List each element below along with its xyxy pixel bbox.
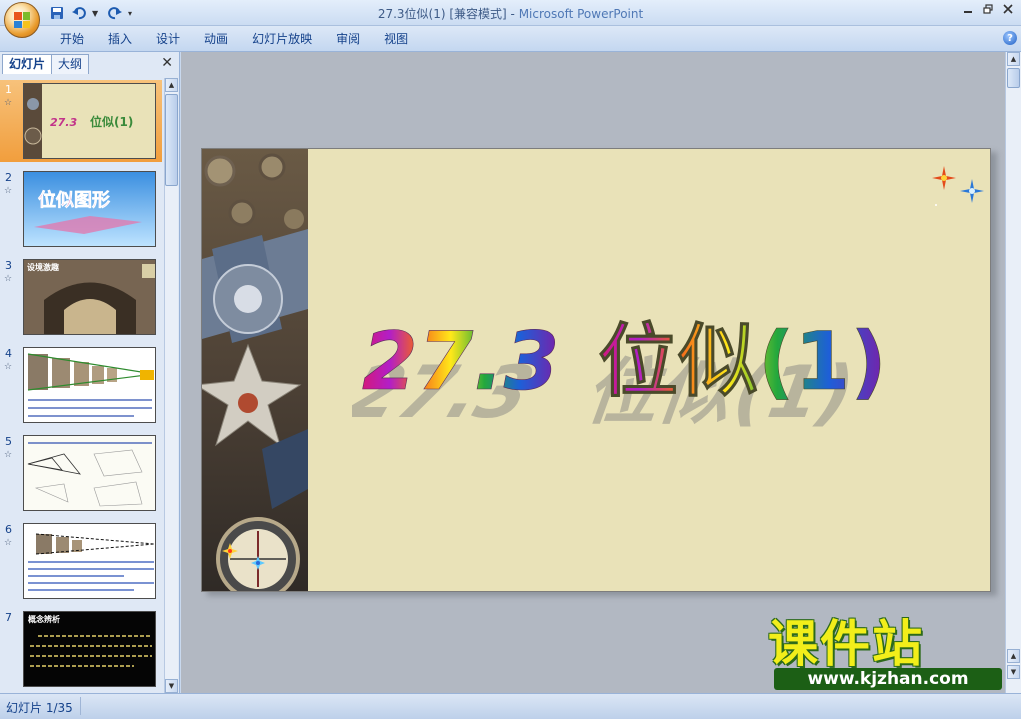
slide-preview — [23, 347, 156, 423]
slide3-title: 设境激趣 — [27, 262, 60, 272]
tab-slides[interactable]: 幻灯片 — [2, 54, 53, 74]
animation-star-icon: ☆ — [4, 538, 13, 548]
slide-preview: 概念辨析 — [23, 611, 156, 687]
animation-star-icon: ☆ — [4, 450, 13, 460]
title-separator: - — [506, 7, 519, 21]
slides-pane: 幻灯片 大纲 ✕ 1 ☆ 27.3 位似(1) 2 ☆ 位似图形 3 ☆ 设境激… — [0, 52, 180, 693]
ribbon: 开始 插入 设计 动画 幻灯片放映 审阅 视图 ? — [0, 26, 1021, 52]
minimize-icon[interactable] — [961, 2, 975, 16]
animation-star-icon: ☆ — [4, 274, 13, 284]
animation-star-icon: ☆ — [4, 98, 13, 108]
window-controls — [961, 2, 1015, 16]
slide2-title: 位似图形 — [38, 189, 110, 211]
watermark-url: www.kjzhan.com — [774, 668, 1002, 690]
tab-animations[interactable]: 动画 — [192, 31, 240, 49]
tab-slide-show[interactable]: 幻灯片放映 — [240, 31, 324, 49]
slide-title-number: 27.3 — [362, 315, 559, 408]
document-title: 27.3位似(1) [兼容模式] — [377, 7, 507, 21]
slide-thumb-5[interactable]: 5 ☆ — [0, 432, 162, 514]
slides-scrollbar[interactable]: ▲ ▼ — [164, 78, 178, 693]
slide-decoration-photo — [202, 149, 308, 591]
slide-number: 3 — [5, 259, 12, 272]
slide-thumb-1[interactable]: 1 ☆ 27.3 位似(1) — [0, 80, 162, 162]
tab-view[interactable]: 视图 — [372, 31, 420, 49]
slide-title-art: 27.3 位似(1) 27.3 位似(1) — [352, 315, 887, 429]
slide-indicator: 幻灯片 1/35 — [6, 701, 73, 715]
scroll-up-icon[interactable]: ▲ — [1007, 52, 1020, 66]
next-slide-icon[interactable]: ▼ — [1007, 665, 1020, 679]
slide-preview: 27.3 位似(1) — [23, 83, 156, 159]
slide-title-text: 位似(1) — [598, 315, 887, 408]
slide-number: 2 — [5, 171, 12, 184]
slide-preview — [23, 435, 156, 511]
pane-close-icon[interactable]: ✕ — [161, 55, 173, 71]
slide-preview — [23, 523, 156, 599]
current-slide[interactable]: 27.3 位似(1) 27.3 位似(1) — [201, 148, 991, 592]
tab-outline[interactable]: 大纲 — [51, 54, 90, 74]
watermark: 课件站 www.kjzhan.com — [768, 617, 1008, 693]
close-icon[interactable] — [1001, 2, 1015, 16]
office-logo-icon — [14, 12, 30, 28]
slide-preview: 位似图形 — [23, 171, 156, 247]
prev-slide-icon[interactable]: ▲ — [1007, 649, 1020, 663]
slide-editor: 27.3 位似(1) 27.3 位似(1) — [181, 52, 1005, 693]
pane-tabs: 幻灯片 大纲 — [2, 54, 90, 74]
title-bar: ▼ ▾ 27.3位似(1) [兼容模式] - Microsoft PowerPo… — [0, 0, 1021, 26]
ribbon-tabs: 开始 插入 设计 动画 幻灯片放映 审阅 视图 — [48, 31, 420, 49]
slide-thumb-6[interactable]: 6 ☆ — [0, 520, 162, 602]
scroll-thumb[interactable] — [165, 94, 178, 186]
tab-home[interactable]: 开始 — [48, 31, 96, 49]
watermark-logo: 课件站 — [768, 615, 924, 673]
status-bar: 幻灯片 1/35 — [0, 693, 1021, 719]
slide-thumb-2[interactable]: 2 ☆ 位似图形 — [0, 168, 162, 250]
slide-number: 7 — [5, 611, 12, 624]
sparkle-decoration — [932, 166, 984, 206]
slide-thumb-3[interactable]: 3 ☆ 设境激趣 — [0, 256, 162, 338]
restore-icon[interactable] — [981, 2, 995, 16]
slide-number: 6 — [5, 523, 12, 536]
slide-number: 5 — [5, 435, 12, 448]
slide-preview: 设境激趣 — [23, 259, 156, 335]
animation-star-icon: ☆ — [4, 362, 13, 372]
office-button[interactable] — [4, 2, 40, 38]
help-icon[interactable]: ? — [1003, 31, 1017, 45]
app-name: Microsoft PowerPoint — [518, 7, 644, 21]
slide-number: 1 — [5, 83, 12, 96]
slide-thumb-4[interactable]: 4 ☆ — [0, 344, 162, 426]
svg-text:位似(1): 位似(1) — [90, 114, 133, 129]
svg-text:27.3: 27.3 — [50, 116, 77, 129]
scroll-down-icon[interactable]: ▼ — [165, 679, 178, 693]
slide-thumbnails: 1 ☆ 27.3 位似(1) 2 ☆ 位似图形 3 ☆ 设境激趣 4 ☆ 5 ☆… — [0, 78, 162, 688]
tab-design[interactable]: 设计 — [144, 31, 192, 49]
window-title: 27.3位似(1) [兼容模式] - Microsoft PowerPoint — [0, 5, 1021, 22]
slide-number: 4 — [5, 347, 12, 360]
tab-review[interactable]: 审阅 — [324, 31, 372, 49]
editor-scrollbar[interactable]: ▲ ▲ ▼ — [1005, 52, 1021, 693]
slide7-title: 概念辨析 — [28, 614, 60, 624]
slide-thumb-7[interactable]: 7 概念辨析 — [0, 608, 162, 688]
scroll-up-icon[interactable]: ▲ — [165, 78, 178, 92]
tab-insert[interactable]: 插入 — [96, 31, 144, 49]
status-divider — [80, 697, 81, 715]
animation-star-icon: ☆ — [4, 186, 13, 196]
scroll-thumb[interactable] — [1007, 68, 1020, 88]
